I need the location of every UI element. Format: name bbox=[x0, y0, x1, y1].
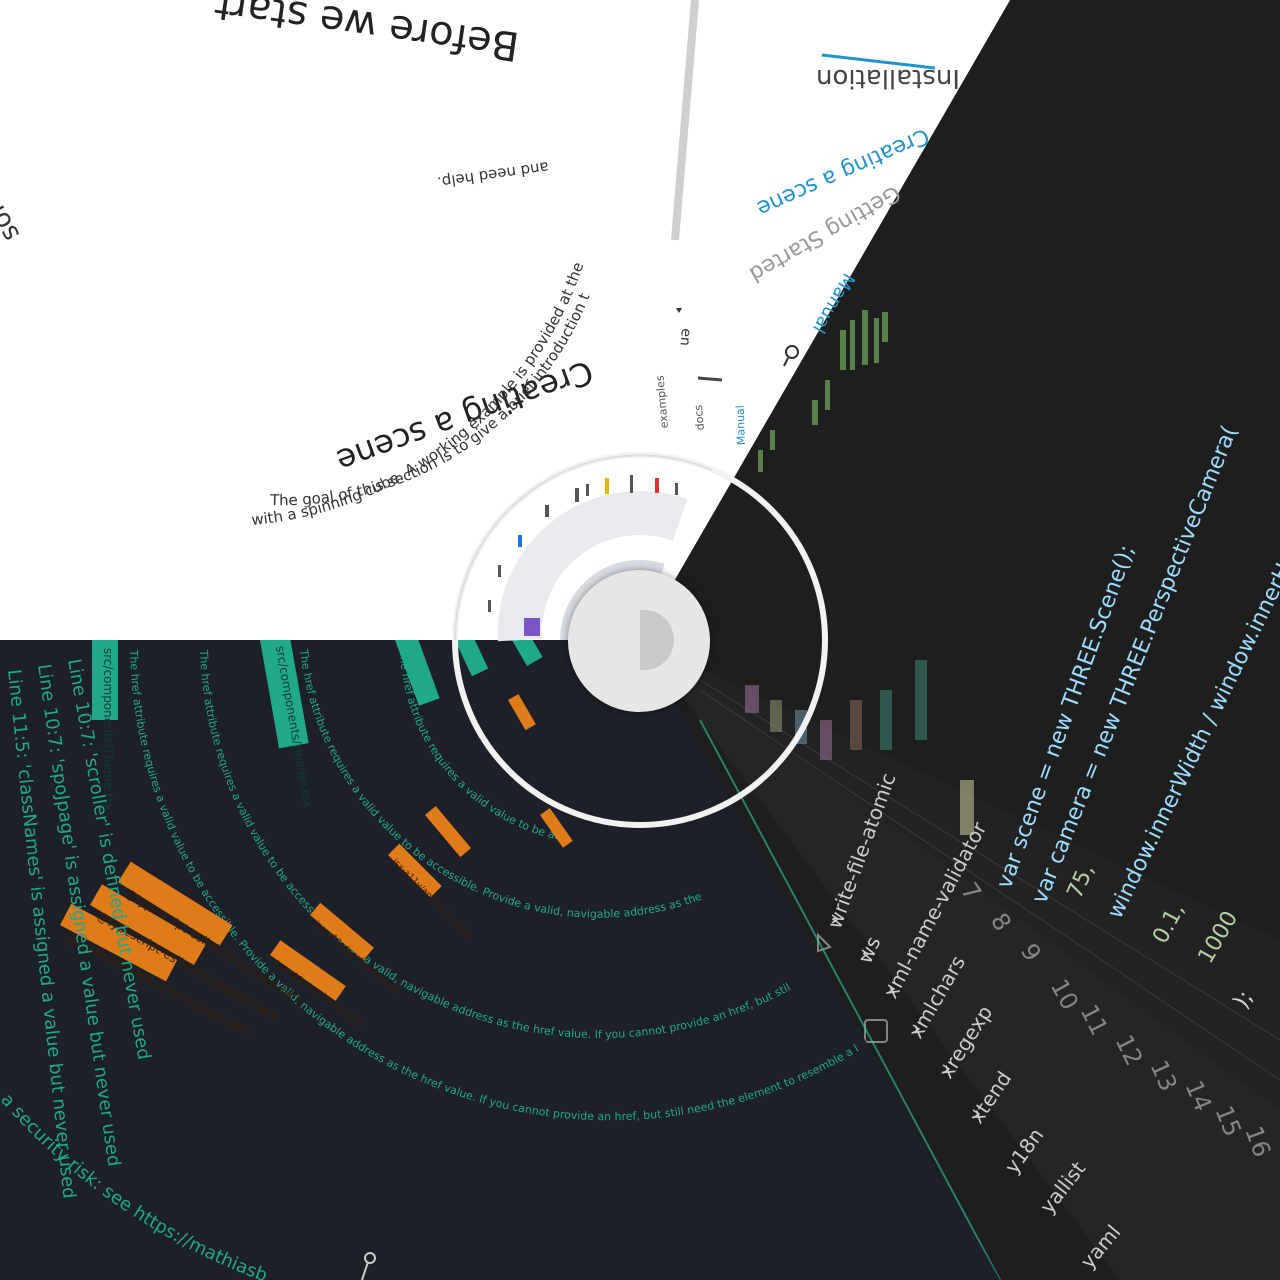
tab-manual[interactable]: Manual bbox=[734, 405, 748, 445]
hub-disc bbox=[568, 570, 710, 712]
language-select[interactable]: en bbox=[676, 328, 693, 347]
tab-docs[interactable]: docs bbox=[692, 404, 707, 431]
nav-item-installation[interactable]: Installation bbox=[816, 63, 960, 93]
hub-core bbox=[640, 610, 674, 670]
